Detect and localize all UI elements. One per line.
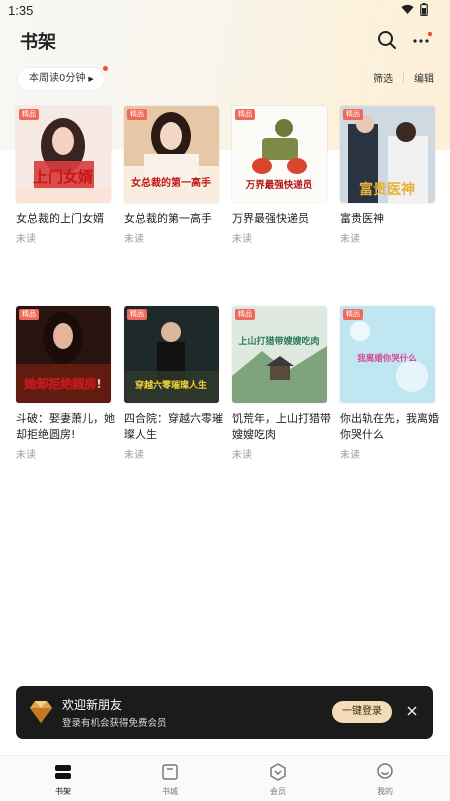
cover-text: 她却拒绝圆房! — [24, 376, 101, 391]
tab-bookshelf[interactable]: 书架 — [33, 762, 93, 797]
premium-badge: 精品 — [19, 109, 39, 120]
diamond-icon — [30, 701, 52, 723]
tab-profile[interactable]: 我的 — [355, 762, 415, 797]
book-read-status: 未读 — [124, 234, 144, 245]
book-cover-art: 富贵医神 — [340, 106, 435, 203]
tab-membership[interactable]: 会员 — [248, 762, 308, 797]
book-cover[interactable]: 女总裁的第一高手 精品 — [124, 106, 219, 203]
cover-text: 上山打猎带嫂嫂吃肉 — [238, 335, 319, 347]
book-cover-art: 上门女婿 — [16, 106, 111, 203]
book-title: 女总裁的第一高手 — [124, 212, 212, 225]
book-read-status: 未读 — [232, 234, 252, 245]
banner-title: 欢迎新朋友 — [62, 698, 123, 712]
status-icons — [401, 3, 428, 16]
search-icon[interactable] — [376, 29, 398, 51]
membership-icon — [270, 763, 286, 781]
cover-text: 富贵医神 — [359, 181, 415, 198]
tab-label: 书城 — [162, 787, 178, 796]
premium-badge: 精品 — [343, 309, 363, 320]
book-cover-art: 万界最强快递员 — [232, 106, 327, 203]
shelf-tools: 筛选 编辑 — [373, 70, 434, 85]
book-item[interactable]: 上山打猎带嫂嫂吃肉 精品 饥荒年，上山打猎带嫂嫂吃肉 未读 — [232, 306, 331, 461]
book-item[interactable]: 穿越六零璀璨人生 精品 四合院：穿越六零璀璨人生 未读 — [124, 306, 223, 461]
book-title: 斗破：娶妻萧儿，她却拒绝圆房! — [16, 412, 115, 441]
play-arrow-icon: ▶ — [88, 75, 94, 83]
more-icon[interactable] — [410, 29, 434, 51]
tab-label: 会员 — [270, 787, 286, 796]
tab-label: 我的 — [377, 787, 393, 796]
banner-subtitle: 登录有机会获得免费会员 — [62, 718, 167, 729]
wifi-icon — [401, 4, 414, 15]
book-title: 你出轨在先，我离婚你哭什么 — [340, 412, 439, 441]
book-title: 饥荒年，上山打猎带嫂嫂吃肉 — [232, 412, 331, 441]
book-item[interactable]: 女总裁的第一高手 精品 女总裁的第一高手 未读 — [124, 106, 219, 245]
book-title: 富贵医神 — [340, 212, 384, 225]
profile-icon — [377, 763, 393, 779]
cover-text: 穿越六零璀璨人生 — [135, 379, 207, 391]
book-cover-art: 穿越六零璀璨人生 — [124, 306, 219, 403]
bottom-tab-bar: 书架 书城 会员 我的 — [0, 755, 450, 801]
book-cover[interactable]: 上山打猎带嫂嫂吃肉 精品 — [232, 306, 327, 403]
book-read-status: 未读 — [340, 450, 360, 461]
filter-button[interactable]: 筛选 — [373, 70, 393, 85]
cover-text: 上门女婿 — [33, 168, 94, 186]
book-item[interactable]: 我离婚你哭什么 精品 你出轨在先，我离婚你哭什么 未读 — [340, 306, 439, 461]
book-item[interactable]: 上门女婿 精品 女总裁的上门女婿 未读 — [16, 106, 111, 245]
book-cover[interactable]: 上门女婿 精品 — [16, 106, 111, 203]
book-cover[interactable]: 我离婚你哭什么 精品 — [340, 306, 435, 403]
battery-icon — [420, 3, 428, 16]
one-click-login-button[interactable]: 一键登录 — [332, 701, 392, 723]
notification-dot — [103, 66, 108, 71]
book-item[interactable]: 万界最强快递员 精品 万界最强快递员 未读 — [232, 106, 327, 245]
cover-text: 万界最强快递员 — [245, 179, 313, 191]
weekly-reading-time-label: 本周读0分钟 — [29, 73, 86, 84]
login-promo-banner: 欢迎新朋友 登录有机会获得免费会员 一键登录 — [16, 686, 433, 739]
premium-badge: 精品 — [19, 309, 39, 320]
book-read-status: 未读 — [16, 450, 36, 461]
book-cover[interactable]: 穿越六零璀璨人生 精品 — [124, 306, 219, 403]
cover-text: 我离婚你哭什么 — [357, 353, 417, 364]
premium-badge: 精品 — [235, 109, 255, 120]
book-title: 万界最强快递员 — [232, 212, 309, 225]
book-read-status: 未读 — [124, 450, 144, 461]
status-bar: 1:35 — [0, 0, 450, 22]
page-title: 书架 — [20, 32, 56, 53]
premium-badge: 精品 — [127, 109, 147, 120]
status-time: 1:35 — [8, 3, 34, 18]
book-title: 四合院：穿越六零璀璨人生 — [124, 412, 223, 441]
tab-bookstore[interactable]: 书城 — [140, 762, 200, 797]
book-read-status: 未读 — [340, 234, 360, 245]
close-icon[interactable] — [405, 704, 419, 718]
bookstore-icon — [162, 764, 178, 780]
premium-badge: 精品 — [343, 109, 363, 120]
book-cover-art: 上山打猎带嫂嫂吃肉 — [232, 306, 327, 403]
book-read-status: 未读 — [232, 450, 252, 461]
book-read-status: 未读 — [16, 234, 36, 245]
tab-label: 书架 — [55, 787, 71, 796]
cover-text: 女总裁的第一高手 — [131, 176, 211, 189]
divider — [403, 72, 404, 83]
book-cover[interactable]: 万界最强快递员 精品 — [232, 106, 327, 203]
book-cover[interactable]: 她却拒绝圆房! 精品 — [16, 306, 111, 403]
book-item[interactable]: 她却拒绝圆房! 精品 斗破：娶妻萧儿，她却拒绝圆房! 未读 — [16, 306, 115, 461]
book-cover-art: 我离婚你哭什么 — [340, 306, 435, 403]
app-header: 书架 — [0, 26, 450, 56]
bookshelf-icon — [55, 765, 71, 779]
book-item[interactable]: 富贵医神 精品 富贵医神 未读 — [340, 106, 435, 245]
premium-badge: 精品 — [127, 309, 147, 320]
book-cover-art: 女总裁的第一高手 — [124, 106, 219, 203]
premium-badge: 精品 — [235, 309, 255, 320]
book-cover-art: 她却拒绝圆房! — [16, 306, 111, 403]
book-cover[interactable]: 富贵医神 精品 — [340, 106, 435, 203]
weekly-reading-time-button[interactable]: 本周读0分钟 ▶ — [17, 67, 105, 91]
book-title: 女总裁的上门女婿 — [16, 212, 104, 225]
edit-button[interactable]: 编辑 — [414, 70, 434, 85]
